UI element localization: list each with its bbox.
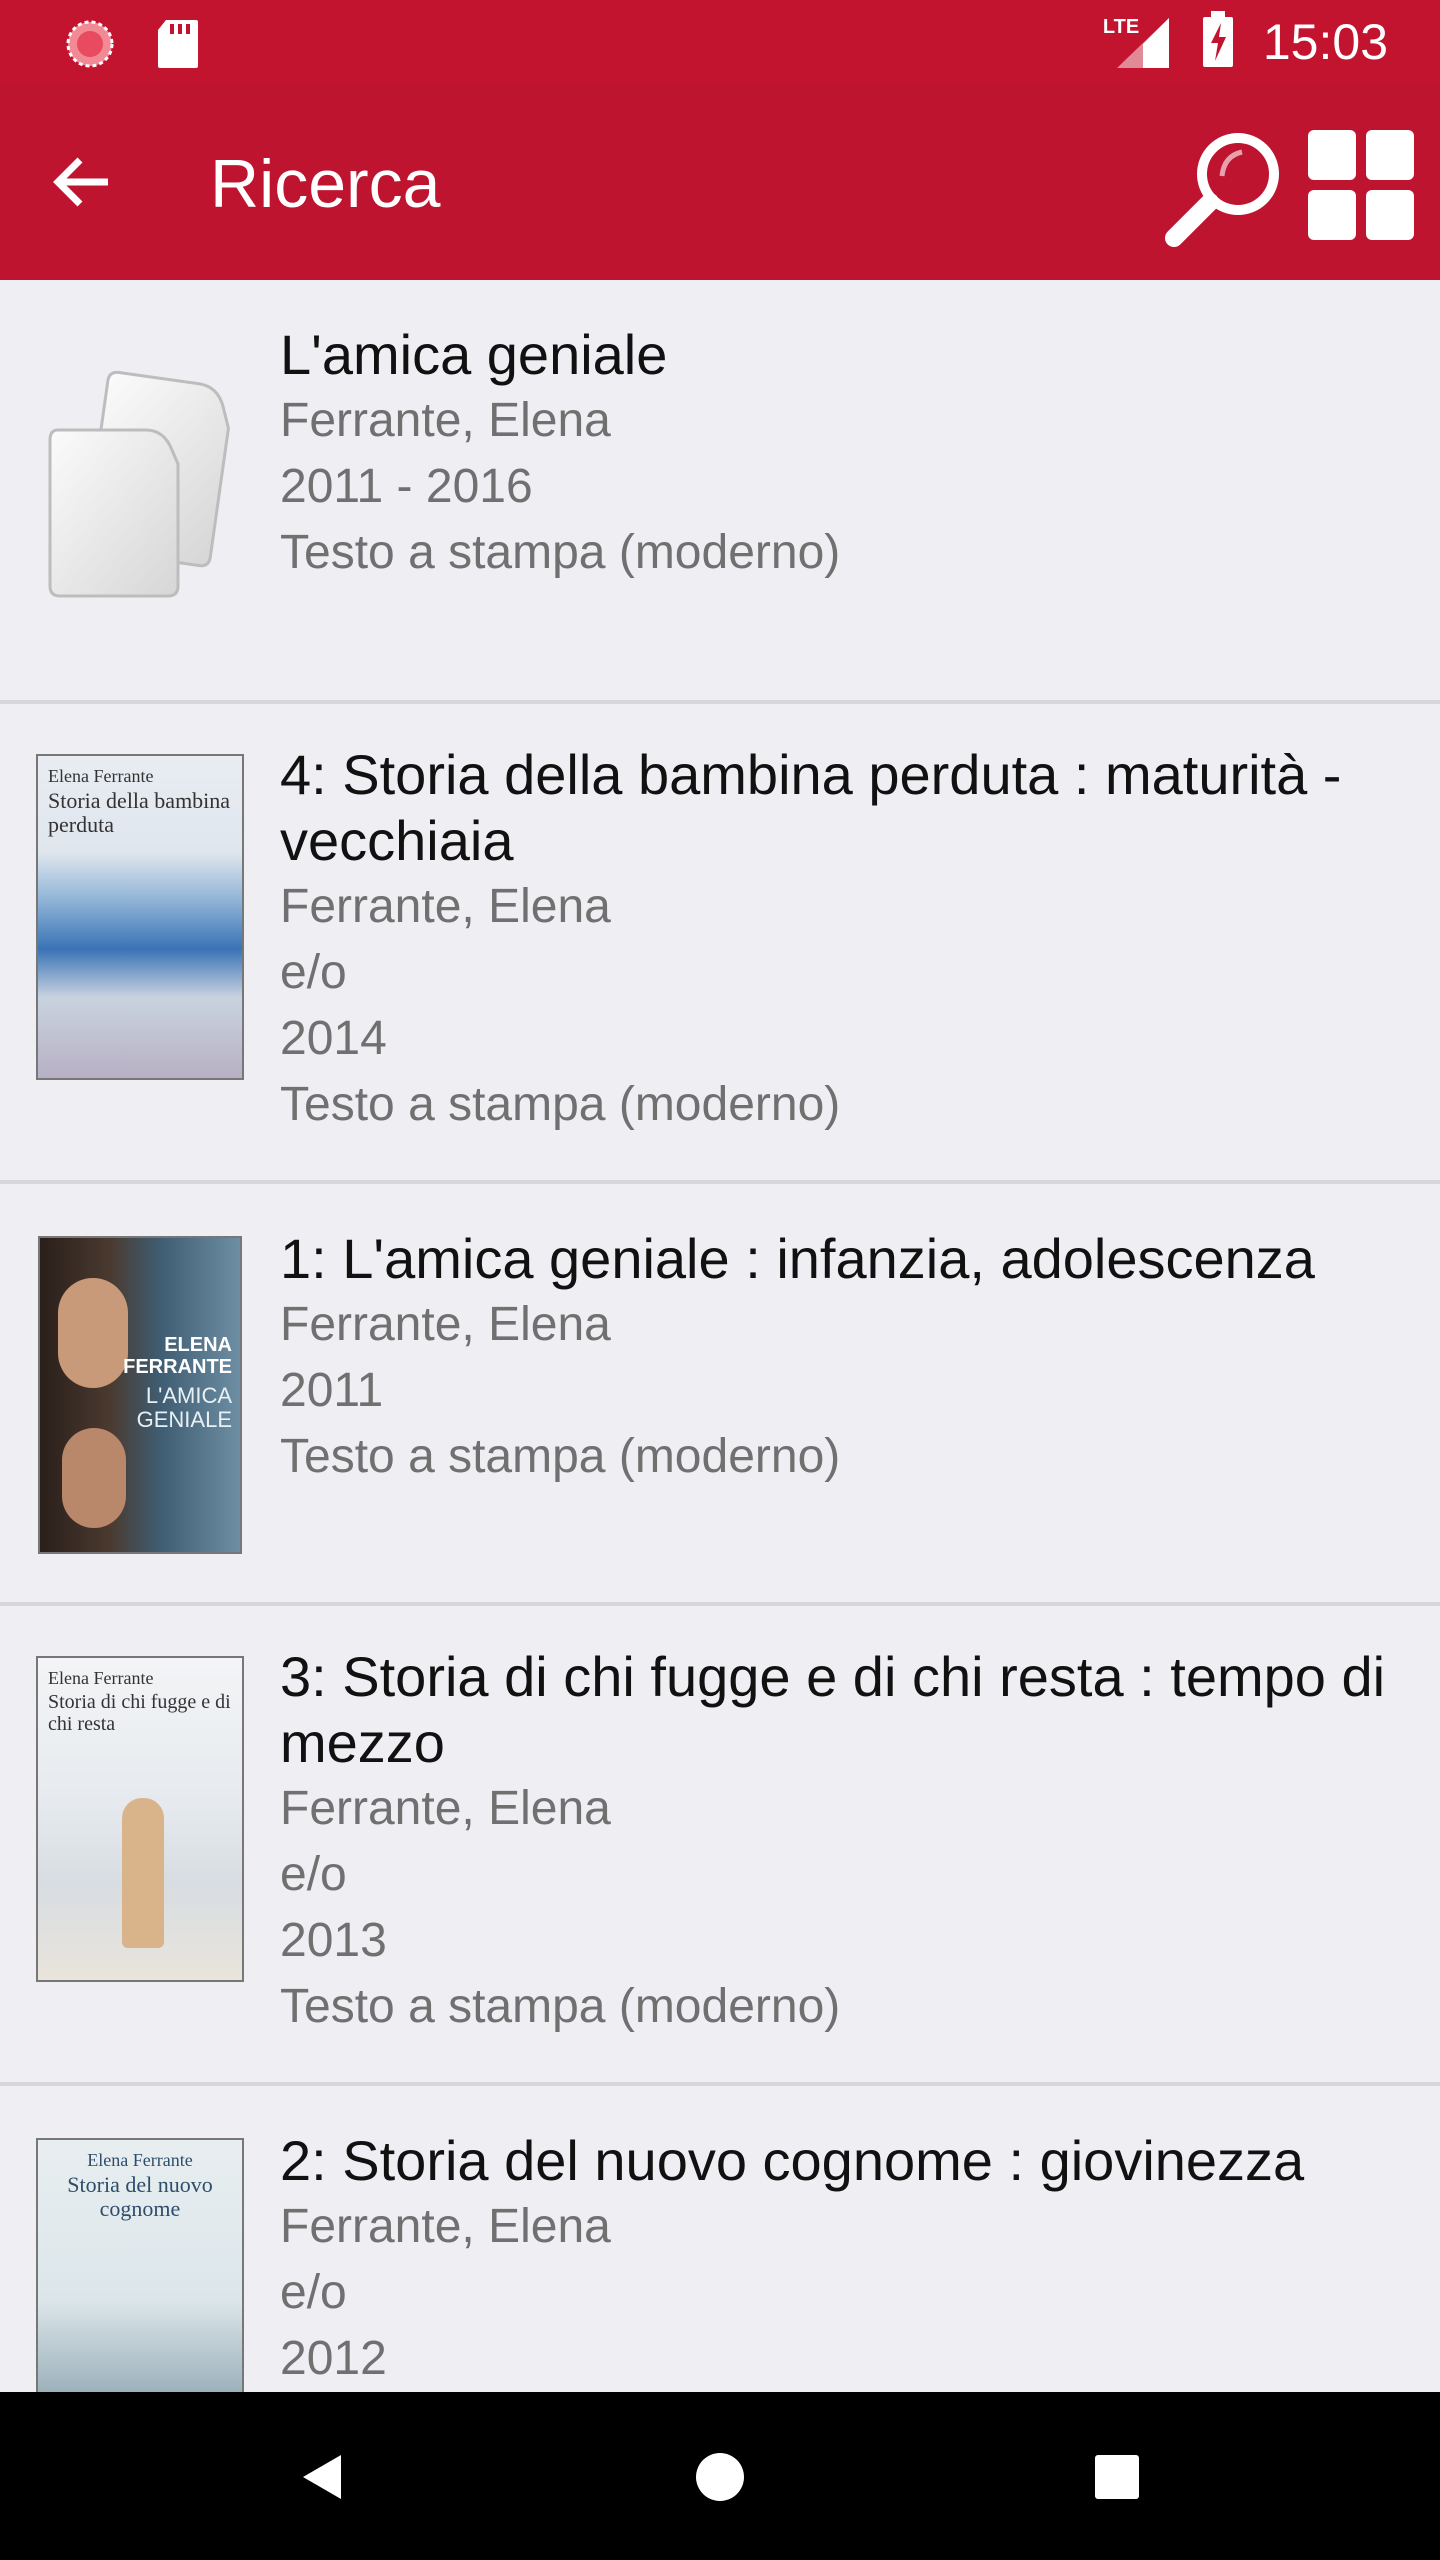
results-list: L'amica geniale Ferrante, Elena 2011 - 2… (0, 280, 1440, 2392)
result-author: Ferrante, Elena (280, 1782, 611, 1835)
back-triangle-icon (303, 2455, 341, 2499)
result-type: Testo a stampa (moderno) (280, 526, 841, 579)
result-title: 2: Storia del nuovo cognome : giovinezza (280, 2129, 1305, 2192)
list-item[interactable]: Elena Ferrante Storia di chi fugge e di … (0, 1606, 1440, 2086)
book-cover: Elena Ferrante Storia di chi fugge e di … (36, 1656, 244, 1982)
result-publisher: e/o (280, 2266, 347, 2319)
documents-placeholder-icon (36, 360, 244, 600)
nav-recents-button[interactable] (1072, 2432, 1162, 2522)
clock: 15:03 (1262, 14, 1388, 70)
record-icon (64, 18, 116, 75)
result-publisher: e/o (280, 946, 347, 999)
result-title: 1: L'amica geniale : infanzia, adolescen… (280, 1227, 1315, 1290)
list-item[interactable]: ELENA FERRANTE L'AMICA GENIALE 1: L'amic… (0, 1184, 1440, 1606)
navigation-bar (0, 2392, 1440, 2560)
result-title: 4: Storia della bambina perduta : maturi… (280, 743, 1342, 872)
cover-author: Elena Ferrante (48, 766, 154, 786)
search-button[interactable] (1160, 124, 1290, 254)
cover-title: Storia di chi fugge e di chi resta (48, 1691, 231, 1735)
result-type: Testo a stampa (moderno) (280, 1078, 841, 1131)
result-author: Ferrante, Elena (280, 1298, 611, 1351)
nav-back-button[interactable] (276, 2432, 366, 2522)
cover-author: Elena Ferrante (48, 1668, 154, 1688)
app-bar: Ricerca (0, 84, 1440, 280)
grid-view-icon (1308, 130, 1414, 240)
book-cover: Elena Ferrante Storia della bambina perd… (36, 754, 244, 1080)
cover-author: Elena Ferrante (87, 2150, 193, 2170)
result-date: 2013 (280, 1914, 387, 1967)
battery-charging-icon (1201, 10, 1235, 74)
result-title: 3: Storia di chi fugge e di chi resta : … (280, 1645, 1386, 1774)
list-item[interactable]: L'amica geniale Ferrante, Elena 2011 - 2… (0, 280, 1440, 704)
recents-square-icon (1095, 2455, 1139, 2499)
result-publisher: e/o (280, 1848, 347, 1901)
book-cover: Elena Ferrante Storia del nuovo cognome (36, 2138, 244, 2392)
result-author: Ferrante, Elena (280, 394, 611, 447)
book-cover: ELENA FERRANTE L'AMICA GENIALE (38, 1236, 242, 1554)
network-type-label: LTE (1102, 16, 1140, 38)
lte-signal-icon: LTE (1103, 14, 1173, 70)
result-title: L'amica geniale (280, 323, 668, 386)
result-author: Ferrante, Elena (280, 2200, 611, 2253)
cover-title: L'AMICA GENIALE (136, 1383, 232, 1432)
grid-view-button[interactable] (1300, 124, 1420, 244)
back-button[interactable] (36, 136, 128, 228)
list-item[interactable]: Elena Ferrante Storia del nuovo cognome … (0, 2086, 1440, 2392)
status-bar: LTE 15:03 (0, 0, 1440, 84)
result-author: Ferrante, Elena (280, 880, 611, 933)
result-date: 2011 (280, 1364, 384, 1417)
sd-card-icon (156, 18, 200, 75)
result-date: 2011 - 2016 (280, 460, 533, 513)
cover-title: Storia della bambina perduta (48, 788, 231, 837)
home-circle-icon (696, 2453, 744, 2501)
back-arrow-icon (53, 157, 108, 207)
nav-home-button[interactable] (675, 2432, 765, 2522)
cover-author: ELENA FERRANTE (123, 1334, 232, 1378)
page-title: Ricerca (210, 146, 441, 222)
list-item[interactable]: Elena Ferrante Storia della bambina perd… (0, 704, 1440, 1184)
result-type: Testo a stampa (moderno) (280, 1430, 841, 1483)
result-date: 2014 (280, 1012, 387, 1065)
result-date: 2012 (280, 2332, 387, 2385)
search-icon (1165, 133, 1279, 247)
cover-title: Storia del nuovo cognome (67, 2172, 213, 2221)
result-type: Testo a stampa (moderno) (280, 1980, 841, 2033)
